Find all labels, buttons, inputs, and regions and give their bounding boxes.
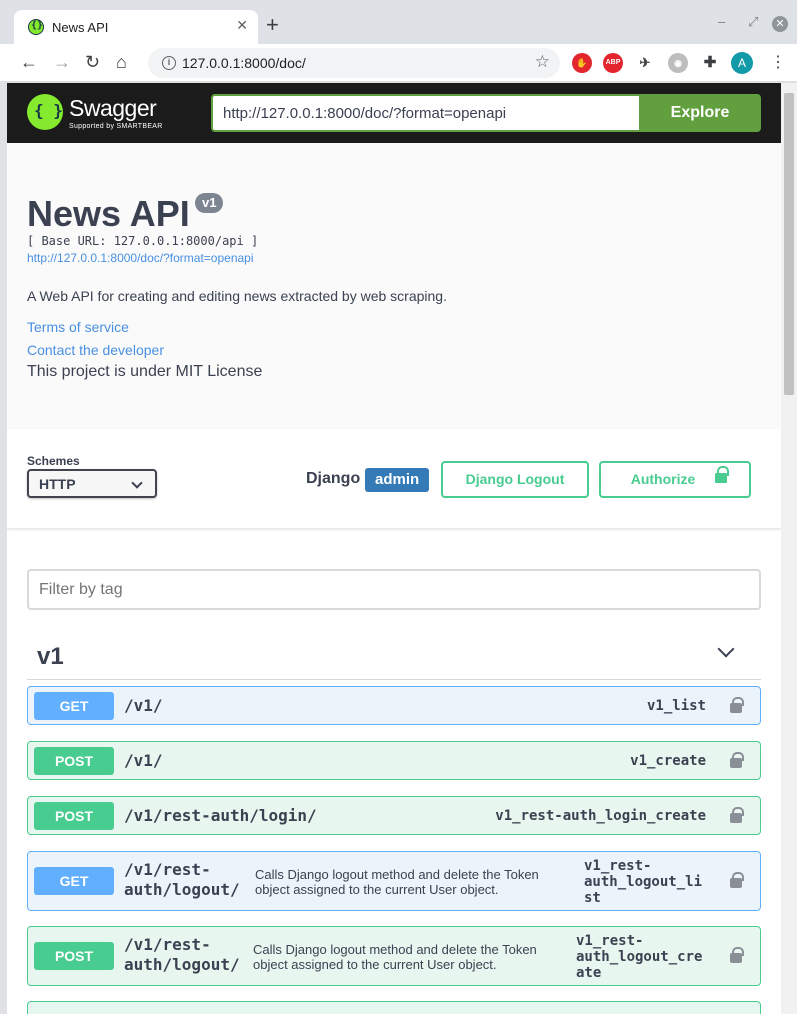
extensions-puzzle-icon[interactable]: ✚ — [700, 53, 720, 73]
scrollbar-thumb[interactable] — [784, 93, 794, 395]
operation-get-logout[interactable]: GET /v1/rest- auth/logout/ Calls Django … — [27, 851, 761, 911]
window-close-icon[interactable]: ✕ — [772, 16, 788, 32]
lock-icon[interactable] — [730, 697, 744, 713]
operation-id-line2: auth_logout_li — [584, 874, 703, 890]
browser-tabstrip: News API ✕ + – ⤢ ✕ — [0, 0, 797, 44]
address-bar[interactable]: i 127.0.0.1:8000/doc/ ☆ — [148, 48, 560, 78]
spec-url-link[interactable]: http://127.0.0.1:8000/doc/?format=openap… — [27, 251, 254, 265]
version-badge: v1 — [195, 193, 224, 213]
lock-icon[interactable] — [730, 807, 744, 823]
extension-icon[interactable]: ✈ — [635, 53, 655, 73]
swagger-logo-text: Swagger — [69, 95, 157, 121]
operation-id-line1: v1_rest- — [584, 858, 652, 874]
tab-title: News API — [52, 20, 109, 35]
lock-icon[interactable] — [730, 947, 744, 963]
method-badge-post: POST — [34, 802, 114, 830]
unlock-icon — [715, 466, 729, 483]
filter-by-tag-input[interactable] — [27, 569, 761, 610]
operation-id: v1_list — [646, 698, 706, 714]
operation-path: /v1/ — [124, 696, 163, 715]
method-badge-get: GET — [34, 867, 114, 895]
authorize-button[interactable]: Authorize — [599, 461, 751, 498]
address-url[interactable]: 127.0.0.1:8000/doc/ — [182, 55, 306, 71]
bookmark-star-icon[interactable]: ☆ — [535, 52, 550, 72]
operation-path: /v1/ — [124, 751, 163, 770]
ublock-extension-icon[interactable]: ✋ — [572, 53, 592, 73]
explore-url-input[interactable] — [211, 94, 641, 132]
home-icon[interactable]: ⌂ — [116, 52, 127, 72]
operation-id: v1_rest-auth_login_create — [495, 808, 706, 824]
operation-path-line2: auth/logout/ — [124, 955, 240, 974]
swagger-logo-subtext: Supported by SMARTBEAR — [69, 123, 163, 130]
explore-button[interactable]: Explore — [639, 94, 761, 132]
operation-post-logout[interactable]: POST /v1/rest- auth/logout/ Calls Django… — [27, 926, 761, 986]
api-title: News API — [27, 193, 190, 234]
operation-get-v1[interactable]: GET /v1/ v1_list — [27, 686, 761, 725]
operation-id-line1: v1_rest- — [576, 933, 644, 949]
contact-developer-link[interactable]: Contact the developer — [27, 342, 164, 358]
tampermonkey-extension-icon[interactable]: ◉ — [668, 53, 688, 73]
reload-icon[interactable]: ↻ — [85, 52, 100, 72]
adblock-plus-extension-icon[interactable]: ABP — [603, 53, 623, 73]
api-info-section: News API v1 [ Base URL: 127.0.0.1:8000/a… — [7, 143, 781, 429]
operation-id-line3: st — [584, 890, 601, 906]
django-label: Django — [306, 470, 361, 487]
method-badge-post: POST — [34, 747, 114, 775]
browser-menu-icon[interactable]: ⋮ — [770, 52, 786, 72]
operation-path: /v1/rest-auth/login/ — [124, 806, 317, 825]
operation-partial[interactable] — [27, 1001, 761, 1014]
swagger-topbar: { } Swagger Supported by SMARTBEAR Explo… — [7, 83, 781, 143]
django-logout-button[interactable]: Django Logout — [441, 461, 589, 498]
operation-id: v1_create — [630, 753, 706, 769]
chevron-down-icon — [131, 477, 143, 489]
page-scrollbar[interactable] — [781, 83, 797, 1014]
forward-arrow-icon[interactable]: → — [53, 52, 71, 72]
back-arrow-icon[interactable]: ← — [20, 52, 38, 72]
operation-post-v1[interactable]: POST /v1/ v1_create — [27, 741, 761, 780]
tag-divider — [27, 679, 761, 680]
schemes-label: Schemes — [27, 454, 80, 468]
swagger-favicon-icon — [28, 19, 44, 35]
operation-summary-line2: object assigned to the current User obje… — [253, 957, 497, 972]
lock-icon[interactable] — [730, 872, 744, 888]
tag-header-v1[interactable]: v1 — [37, 643, 64, 671]
operation-path-line2: auth/logout/ — [124, 880, 240, 899]
operation-path-line1: /v1/rest- — [124, 860, 211, 879]
operation-summary-line1: Calls Django logout method and delete th… — [253, 942, 537, 957]
operation-id-line3: ate — [576, 965, 602, 981]
operation-id-line2: auth_logout_cre — [576, 949, 703, 965]
method-badge-post: POST — [34, 942, 114, 970]
swagger-logo-icon[interactable]: { } — [27, 94, 63, 130]
page-viewport: { } Swagger Supported by SMARTBEAR Explo… — [7, 83, 781, 1014]
site-info-icon[interactable]: i — [162, 56, 176, 70]
schemes-select[interactable]: HTTP — [27, 469, 157, 498]
browser-tab[interactable]: News API ✕ — [14, 10, 258, 44]
authorize-label: Authorize — [630, 471, 696, 487]
admin-user-badge: admin — [365, 468, 430, 492]
tab-close-icon[interactable]: ✕ — [236, 17, 248, 34]
restore-icon[interactable]: ⤢ — [748, 14, 758, 30]
profile-avatar[interactable]: A — [731, 52, 753, 74]
method-badge-get: GET — [34, 692, 114, 720]
terms-of-service-link[interactable]: Terms of service — [27, 319, 129, 335]
operation-summary-line1: Calls Django logout method and delete th… — [255, 867, 539, 882]
browser-toolbar: ← → ↻ ⌂ i 127.0.0.1:8000/doc/ ☆ ✋ ABP ✈ … — [0, 44, 797, 82]
new-tab-button[interactable]: + — [266, 14, 279, 36]
lock-icon[interactable] — [730, 752, 744, 768]
operation-path-line1: /v1/rest- — [124, 935, 211, 954]
chevron-down-icon[interactable] — [717, 640, 735, 658]
base-url: [ Base URL: 127.0.0.1:8000/api ] — [27, 234, 259, 248]
schemes-selected-value: HTTP — [39, 476, 76, 492]
operation-summary-line2: object assigned to the current User obje… — [255, 882, 499, 897]
license-text: This project is under MIT License — [27, 363, 263, 380]
api-description: A Web API for creating and editing news … — [27, 288, 447, 304]
schemes-bar: Schemes HTTP Django admin Django Logout … — [7, 429, 781, 529]
minimize-icon[interactable]: – — [718, 14, 725, 29]
operation-post-login[interactable]: POST /v1/rest-auth/login/ v1_rest-auth_l… — [27, 796, 761, 835]
